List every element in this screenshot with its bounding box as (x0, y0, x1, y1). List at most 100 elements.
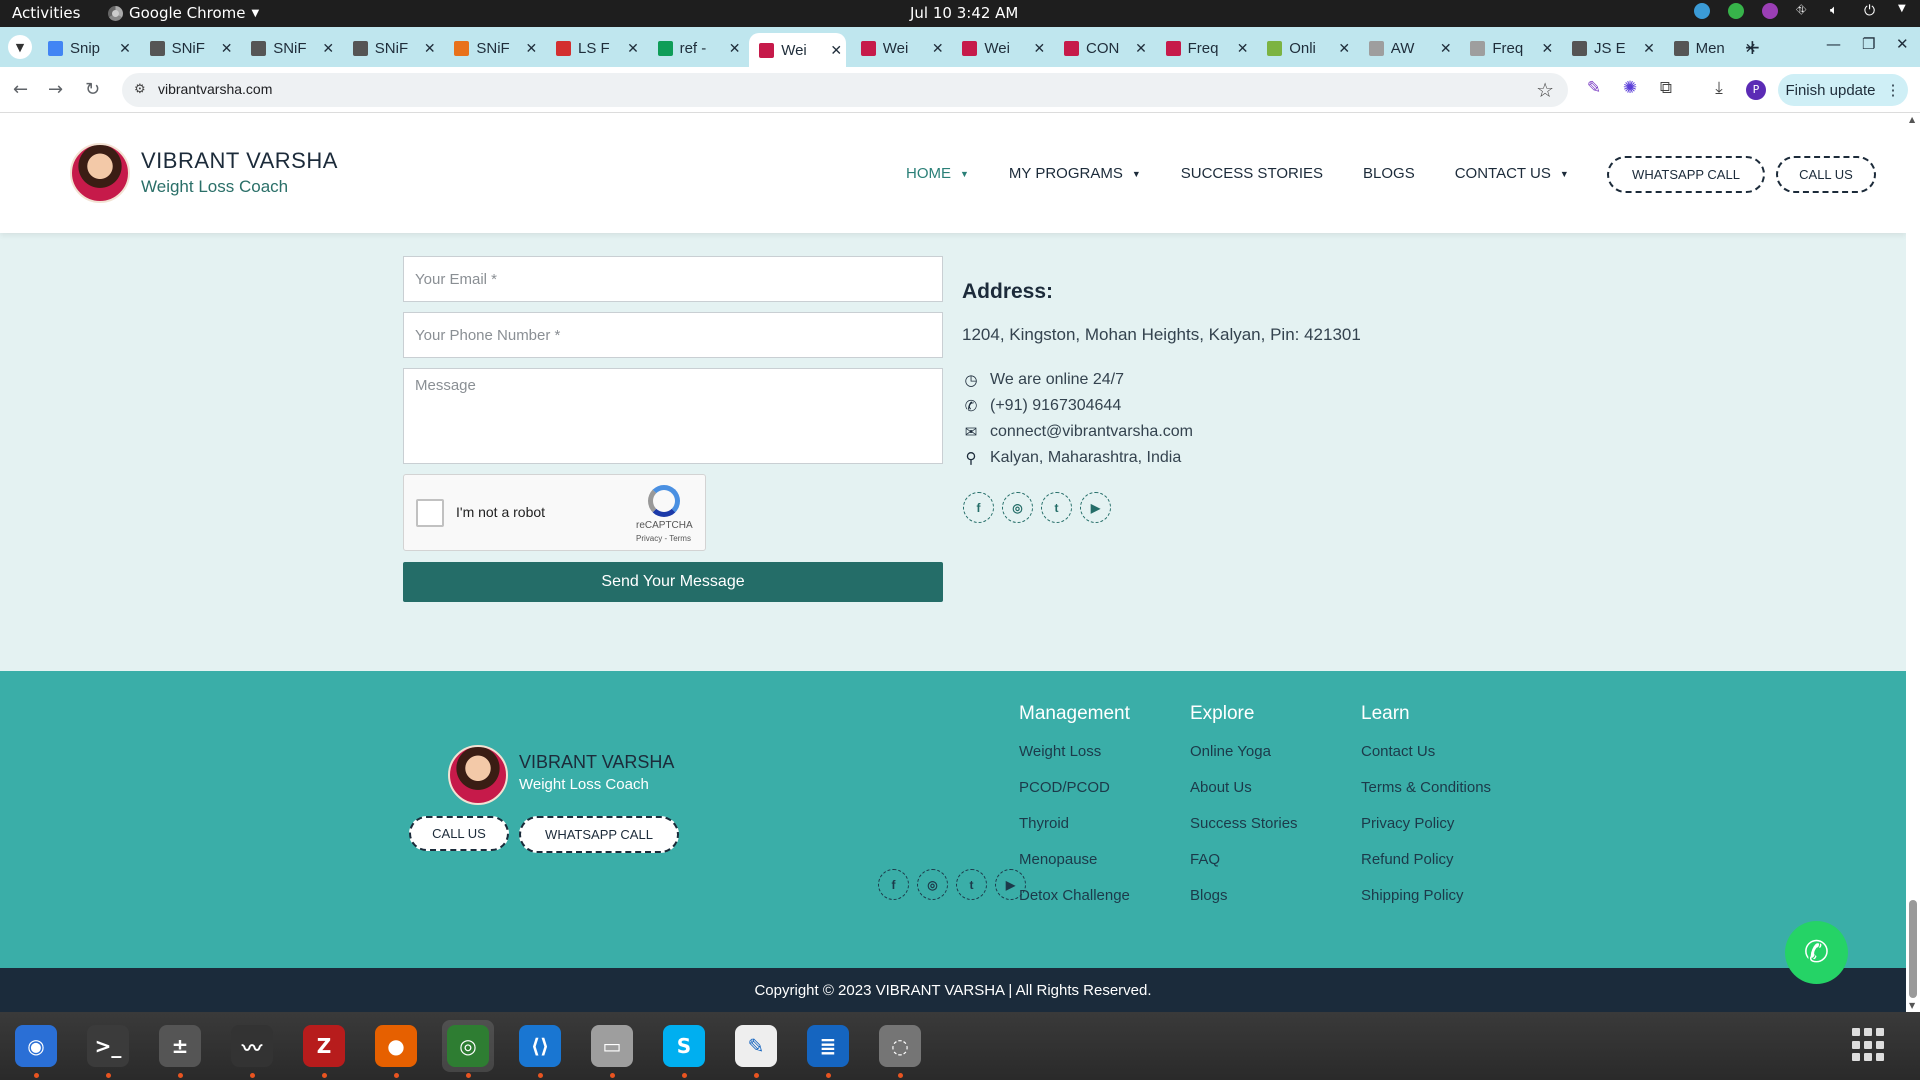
minimize-button[interactable]: — (1826, 35, 1841, 53)
nav-item[interactable]: MY PROGRAMS ▼ (1009, 165, 1141, 182)
youtube-icon[interactable]: ▶ (1080, 492, 1111, 523)
maximize-button[interactable]: ❐ (1862, 35, 1875, 53)
nav-item[interactable]: BLOGS (1363, 165, 1415, 182)
browser-tab[interactable]: SNiF ✕ (343, 33, 440, 63)
header-whatsapp-call-button[interactable]: WHATSAPP CALL (1607, 156, 1765, 193)
instagram-icon[interactable]: ◎ (917, 869, 948, 900)
tab-close-icon[interactable]: ✕ (623, 40, 643, 57)
browser-tab[interactable]: SNiF ✕ (444, 33, 541, 63)
power-icon[interactable]: ⏻ (1864, 3, 1880, 19)
browser-tab[interactable]: SNiF ✕ (140, 33, 237, 63)
url-text[interactable]: vibrantvarsha.com (158, 81, 272, 97)
send-message-button[interactable]: Send Your Message (403, 562, 943, 602)
tab-close-icon[interactable]: ✕ (1639, 40, 1659, 57)
volume-icon[interactable]: 🔈︎ (1830, 3, 1846, 19)
new-tab-button[interactable]: + (1744, 35, 1761, 59)
back-button[interactable]: ← (13, 79, 28, 100)
writer-icon[interactable]: ≣ (802, 1020, 854, 1078)
tab-search-button[interactable]: ▼ (8, 35, 32, 59)
browser-tab[interactable]: Wei ✕ (851, 33, 948, 63)
skype-icon[interactable]: S (658, 1020, 710, 1078)
tab-close-icon[interactable]: ✕ (1029, 40, 1049, 57)
twitter-icon[interactable]: t (956, 869, 987, 900)
nav-item[interactable]: CONTACT US ▼ (1455, 165, 1569, 182)
clock[interactable]: Jul 10 3:42 AM (910, 4, 1018, 22)
scroll-down-arrow[interactable]: ▼ (1909, 1001, 1915, 1010)
phone-text[interactable]: (+91) 9167304644 (990, 397, 1121, 415)
system-monitor-icon[interactable]: 〰 (226, 1020, 278, 1078)
firefox-icon[interactable]: ● (370, 1020, 422, 1078)
puzzle-icon[interactable]: ⧉ (1655, 78, 1677, 100)
gear-extension-icon[interactable]: ✺ (1619, 78, 1641, 100)
network-icon[interactable]: ⛗ (1796, 3, 1812, 19)
twitter-icon[interactable]: t (1041, 492, 1072, 523)
app-menu[interactable]: Google Chrome ▼ (108, 4, 259, 22)
email-contact[interactable]: ✉ connect@vibrantvarsha.com (962, 423, 1193, 441)
sync-icon[interactable] (1694, 3, 1710, 19)
facebook-icon[interactable]: f (878, 869, 909, 900)
footer-link[interactable]: Menopause (1019, 851, 1130, 887)
extension-icon[interactable] (1762, 3, 1778, 19)
whatsapp-floating-button[interactable]: ✆ (1785, 921, 1848, 984)
browser-tab[interactable]: Freq ✕ (1460, 33, 1557, 63)
browser-tab[interactable]: Wei ✕ (749, 33, 847, 67)
scroll-up-arrow[interactable]: ▲ (1909, 115, 1915, 124)
brand-name[interactable]: VIBRANT VARSHA (141, 148, 338, 174)
tab-close-icon[interactable]: ✕ (826, 42, 846, 59)
tab-close-icon[interactable]: ✕ (420, 40, 440, 57)
browser-tab[interactable]: AW ✕ (1359, 33, 1456, 63)
page-scrollbar[interactable]: ▲ ▼ (1906, 113, 1920, 1012)
phone-field[interactable]: Your Phone Number * (403, 312, 943, 358)
bookmark-star-icon[interactable]: ☆ (1536, 78, 1554, 102)
tab-close-icon[interactable]: ✕ (928, 40, 948, 57)
email-field[interactable]: Your Email * (403, 256, 943, 302)
activities-button[interactable]: Activities (12, 4, 80, 22)
browser-tab[interactable]: Freq ✕ (1156, 33, 1253, 63)
browser-tab[interactable]: SNiF ✕ (241, 33, 338, 63)
profile-avatar[interactable]: P (1746, 80, 1766, 100)
forward-button[interactable]: → (48, 79, 63, 100)
address-bar[interactable]: ⚙ vibrantvarsha.com ☆ (122, 73, 1568, 107)
chrome-icon[interactable]: ◎ (442, 1020, 494, 1078)
brand-avatar[interactable] (70, 143, 130, 203)
recaptcha-checkbox[interactable] (416, 499, 444, 527)
close-window-button[interactable]: ✕ (1896, 35, 1909, 53)
vscode-icon[interactable]: ⟨⟩ (514, 1020, 566, 1078)
browser-tab[interactable]: LS F ✕ (546, 33, 643, 63)
shield-check-icon[interactable] (1728, 3, 1744, 19)
pen-extension-icon[interactable]: ✎ (1583, 78, 1605, 100)
footer-link[interactable]: FAQ (1190, 851, 1298, 887)
browser-tab[interactable]: Onli ✕ (1257, 33, 1354, 63)
footer-link[interactable]: Detox Challenge (1019, 887, 1130, 923)
footer-brand-avatar[interactable] (448, 745, 508, 805)
tab-close-icon[interactable]: ✕ (521, 40, 541, 57)
terminal-icon[interactable]: >_ (82, 1020, 134, 1078)
system-tray[interactable]: ⛗ 🔈︎ ⏻ ▼ (1694, 3, 1908, 19)
nav-item[interactable]: HOME ▼ (906, 165, 969, 182)
tab-close-icon[interactable]: ✕ (115, 40, 135, 57)
footer-link[interactable]: Privacy Policy (1361, 815, 1491, 851)
footer-link[interactable]: Terms & Conditions (1361, 779, 1491, 815)
browser-tab[interactable]: JS E ✕ (1562, 33, 1659, 63)
footer-link[interactable]: About Us (1190, 779, 1298, 815)
footer-link[interactable]: Blogs (1190, 887, 1298, 923)
footer-call-us-button[interactable]: CALL US (409, 816, 509, 851)
message-field[interactable]: Message (403, 368, 943, 464)
reload-button[interactable]: ↻ (85, 79, 100, 100)
youtube-icon[interactable]: ▶ (995, 869, 1026, 900)
site-info-icon[interactable]: ⚙ (134, 82, 150, 98)
show-apps-grid-icon[interactable] (1852, 1028, 1886, 1062)
footer-link[interactable]: Thyroid (1019, 815, 1130, 851)
footer-link[interactable]: Weight Loss (1019, 743, 1130, 779)
filezilla-icon[interactable]: Z (298, 1020, 350, 1078)
files-icon[interactable]: ▭ (586, 1020, 638, 1078)
calculator-icon[interactable]: ± (154, 1020, 206, 1078)
tab-close-icon[interactable]: ✕ (1436, 40, 1456, 57)
footer-link[interactable]: Success Stories (1190, 815, 1298, 851)
recaptcha-links[interactable]: Privacy - Terms (636, 534, 691, 543)
tab-close-icon[interactable]: ✕ (1233, 40, 1253, 57)
instagram-icon[interactable]: ◎ (1002, 492, 1033, 523)
email-text[interactable]: connect@vibrantvarsha.com (990, 423, 1193, 441)
footer-link[interactable]: Online Yoga (1190, 743, 1298, 779)
tab-close-icon[interactable]: ✕ (1537, 40, 1557, 57)
